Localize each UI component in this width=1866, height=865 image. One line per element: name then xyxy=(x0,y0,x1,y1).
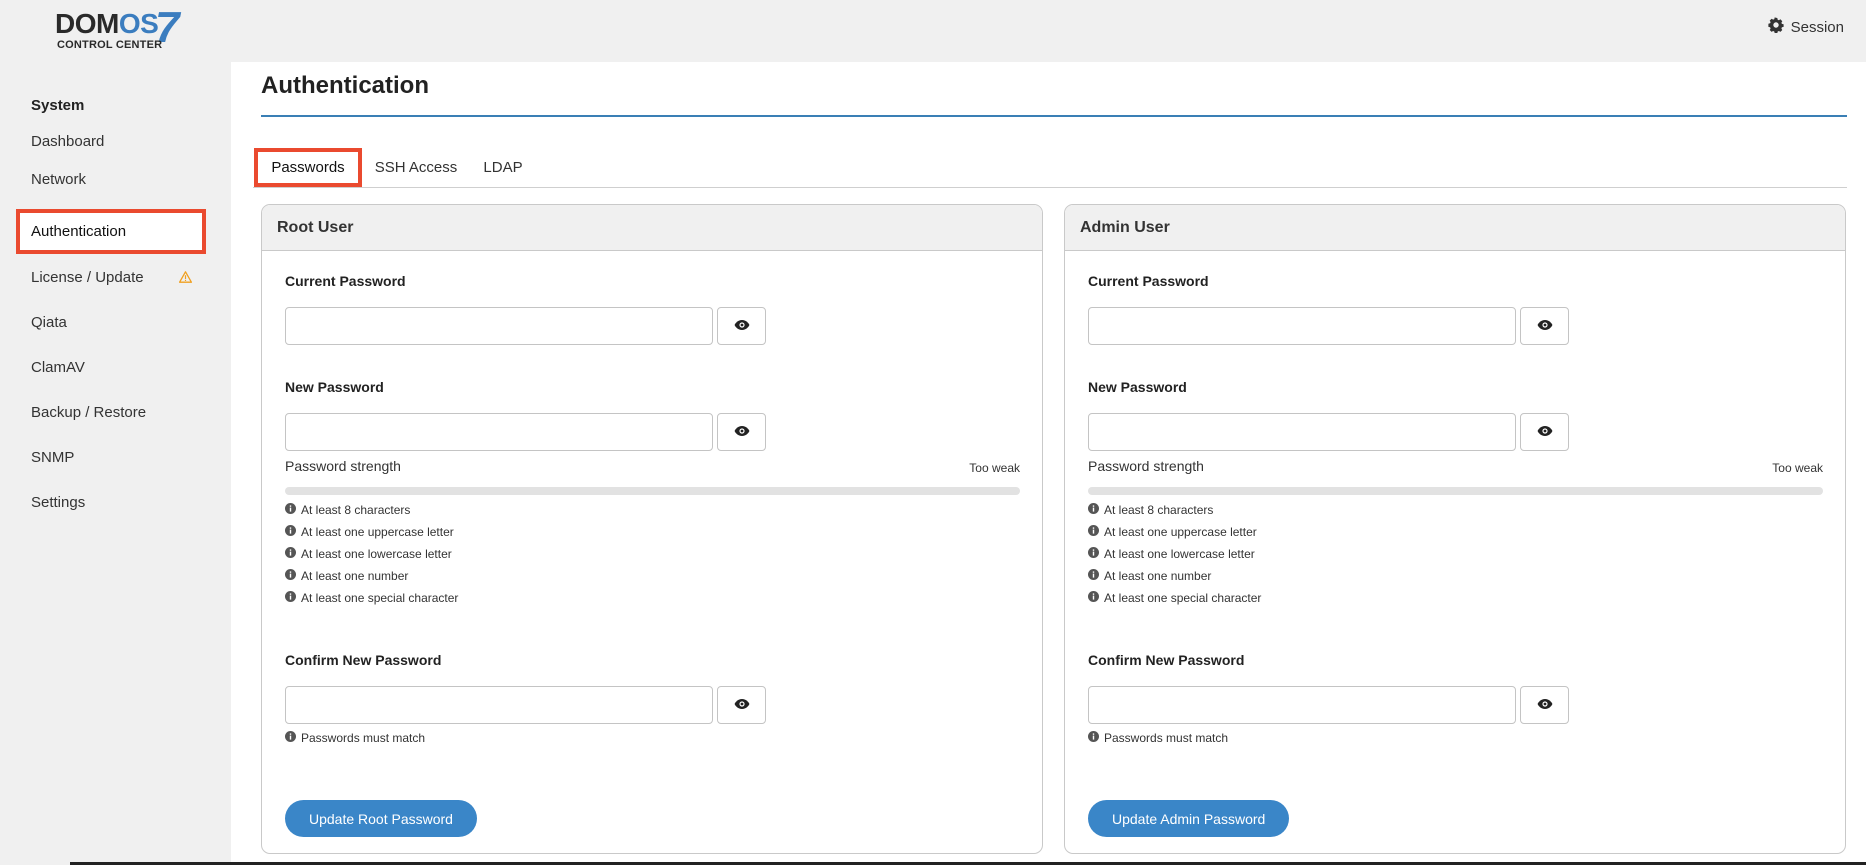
eye-icon xyxy=(1537,425,1553,440)
admin-new-password-input[interactable] xyxy=(1088,413,1516,451)
session-label: Session xyxy=(1790,18,1844,36)
password-rule: At least one uppercase letter xyxy=(285,521,458,543)
admin-user-card: Admin User Current Password New Password… xyxy=(1064,204,1846,854)
password-rule: At least one special character xyxy=(285,587,458,609)
warning-triangle-icon xyxy=(178,270,193,283)
sidebar: System Dashboard Network Authentication … xyxy=(0,62,231,865)
password-rule: At least one number xyxy=(1088,565,1261,587)
password-rule: At least one lowercase letter xyxy=(1088,543,1261,565)
password-strength-value: Too weak xyxy=(1772,461,1823,475)
password-strength-label: Password strength xyxy=(285,458,401,474)
info-circle-icon xyxy=(1088,525,1099,539)
sidebar-item-label: Authentication xyxy=(31,223,127,240)
info-circle-icon xyxy=(285,503,296,517)
confirm-password-label: Confirm New Password xyxy=(1088,652,1245,668)
root-user-card: Root User Current Password New Password … xyxy=(261,204,1043,854)
sidebar-item-settings[interactable]: Settings xyxy=(16,480,206,525)
new-password-label: New Password xyxy=(1088,379,1187,395)
sidebar-item-qiata[interactable]: Qiata xyxy=(16,300,206,345)
password-strength-meter xyxy=(1088,487,1823,495)
tab-ldap[interactable]: LDAP xyxy=(477,148,529,187)
password-rule: At least one number xyxy=(285,565,458,587)
eye-icon xyxy=(734,425,750,440)
eye-icon xyxy=(734,698,750,713)
password-strength-value: Too weak xyxy=(969,461,1020,475)
info-circle-icon xyxy=(285,547,296,561)
card-title: Root User xyxy=(262,205,1042,251)
tab-bar: Passwords SSH Access LDAP xyxy=(253,148,1847,188)
sidebar-heading: System xyxy=(31,97,85,114)
eye-icon xyxy=(1537,319,1553,334)
root-current-password-input[interactable] xyxy=(285,307,713,345)
sidebar-item-label: Settings xyxy=(31,494,86,511)
password-strength-label: Password strength xyxy=(1088,458,1204,474)
password-strength-meter xyxy=(285,487,1020,495)
current-password-label: Current Password xyxy=(1088,273,1209,289)
info-circle-icon xyxy=(285,591,296,605)
page-title: Authentication xyxy=(261,72,429,99)
sidebar-item-snmp[interactable]: SNMP xyxy=(16,435,206,480)
password-rules-list: At least 8 characters At least one upper… xyxy=(285,499,458,609)
sidebar-item-network[interactable]: Network xyxy=(16,157,206,202)
session-menu-button[interactable]: Session xyxy=(1768,17,1844,37)
info-circle-icon xyxy=(1088,569,1099,583)
sidebar-item-label: ClamAV xyxy=(31,359,85,376)
info-circle-icon xyxy=(1088,591,1099,605)
info-circle-icon xyxy=(1088,547,1099,561)
current-password-label: Current Password xyxy=(285,273,406,289)
domos-logo[interactable]: DOMOS 7 CONTROL CENTER xyxy=(55,5,185,52)
sidebar-item-label: Dashboard xyxy=(31,133,105,150)
root-new-password-reveal-button[interactable] xyxy=(717,413,766,451)
admin-current-password-reveal-button[interactable] xyxy=(1520,307,1569,345)
password-rule: At least 8 characters xyxy=(285,499,458,521)
root-confirm-password-reveal-button[interactable] xyxy=(717,686,766,724)
sidebar-item-label: Network xyxy=(31,171,87,188)
admin-confirm-password-reveal-button[interactable] xyxy=(1520,686,1569,724)
update-root-password-button[interactable]: Update Root Password xyxy=(285,800,477,837)
confirm-password-label: Confirm New Password xyxy=(285,652,442,668)
admin-new-password-reveal-button[interactable] xyxy=(1520,413,1569,451)
root-confirm-password-input[interactable] xyxy=(285,686,713,724)
logo-subtitle: CONTROL CENTER xyxy=(57,39,163,51)
passwords-match-note: Passwords must match xyxy=(285,731,425,745)
sidebar-item-label: Qiata xyxy=(31,314,67,331)
gear-icon xyxy=(1768,17,1784,37)
info-circle-icon xyxy=(1088,731,1099,745)
root-current-password-reveal-button[interactable] xyxy=(717,307,766,345)
eye-icon xyxy=(1537,698,1553,713)
sidebar-item-license-update[interactable]: License / Update xyxy=(16,255,206,300)
sidebar-item-label: SNMP xyxy=(31,449,75,466)
password-rule: At least one lowercase letter xyxy=(285,543,458,565)
tab-passwords[interactable]: Passwords xyxy=(254,148,362,187)
new-password-label: New Password xyxy=(285,379,384,395)
sidebar-item-label: Backup / Restore xyxy=(31,404,147,421)
sidebar-item-clamav[interactable]: ClamAV xyxy=(16,345,206,390)
main-content: Authentication Passwords SSH Access LDAP… xyxy=(231,62,1866,865)
logo-wordmark: DOMOS xyxy=(55,8,159,39)
update-admin-password-button[interactable]: Update Admin Password xyxy=(1088,800,1290,837)
sidebar-item-authentication[interactable]: Authentication xyxy=(16,209,206,254)
sidebar-item-label: License / Update xyxy=(31,269,144,286)
info-circle-icon xyxy=(285,525,296,539)
top-bar: DOMOS 7 CONTROL CENTER Session xyxy=(0,0,1866,62)
info-circle-icon xyxy=(285,569,296,583)
title-divider xyxy=(261,115,1847,117)
passwords-match-note: Passwords must match xyxy=(1088,731,1228,745)
admin-current-password-input[interactable] xyxy=(1088,307,1516,345)
sidebar-item-backup-restore[interactable]: Backup / Restore xyxy=(16,390,206,435)
root-new-password-input[interactable] xyxy=(285,413,713,451)
info-circle-icon xyxy=(1088,503,1099,517)
password-rule: At least 8 characters xyxy=(1088,499,1261,521)
card-title: Admin User xyxy=(1065,205,1845,251)
eye-icon xyxy=(734,319,750,334)
info-circle-icon xyxy=(285,731,296,745)
password-rule: At least one uppercase letter xyxy=(1088,521,1261,543)
tab-ssh-access[interactable]: SSH Access xyxy=(371,148,461,187)
admin-confirm-password-input[interactable] xyxy=(1088,686,1516,724)
password-rule: At least one special character xyxy=(1088,587,1261,609)
password-rules-list: At least 8 characters At least one upper… xyxy=(1088,499,1261,609)
